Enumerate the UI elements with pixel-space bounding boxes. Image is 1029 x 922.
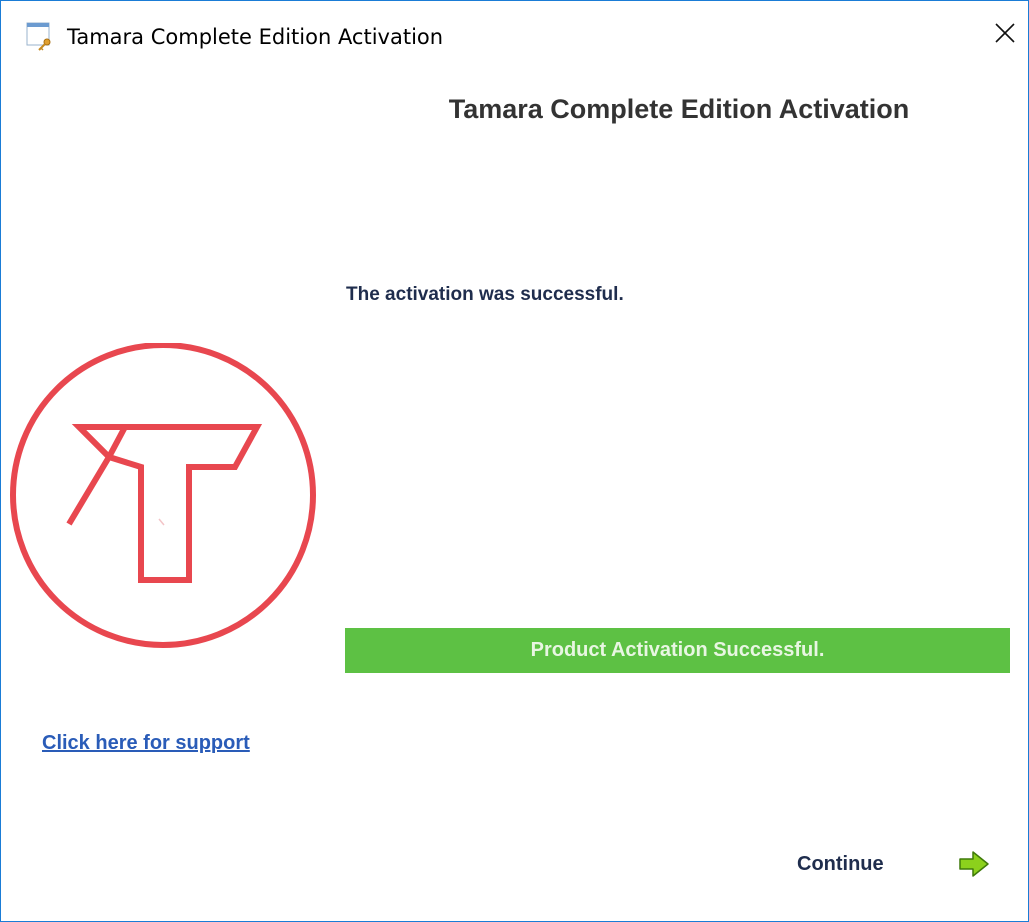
activation-message: The activation was successful. [346, 284, 624, 305]
title-bar[interactable]: Tamara Complete Edition Activation [1, 1, 1028, 73]
activation-window: Tamara Complete Edition Activation Tamar… [0, 0, 1029, 922]
status-text: Product Activation Successful. [530, 639, 825, 661]
page-title: Tamara Complete Edition Activation [448, 94, 910, 124]
continue-label: Continue [797, 853, 884, 875]
window-title: Tamara Complete Edition Activation [67, 25, 444, 49]
arrow-right-icon [958, 850, 990, 878]
support-link[interactable]: Click here for support [42, 729, 250, 757]
tamara-logo-icon [9, 342, 317, 651]
key-app-icon [25, 21, 55, 51]
continue-button[interactable]: Continue [791, 846, 1001, 882]
activation-status-bar: Product Activation Successful. [345, 628, 1010, 673]
close-icon [994, 22, 1016, 49]
close-button[interactable] [982, 7, 1028, 63]
